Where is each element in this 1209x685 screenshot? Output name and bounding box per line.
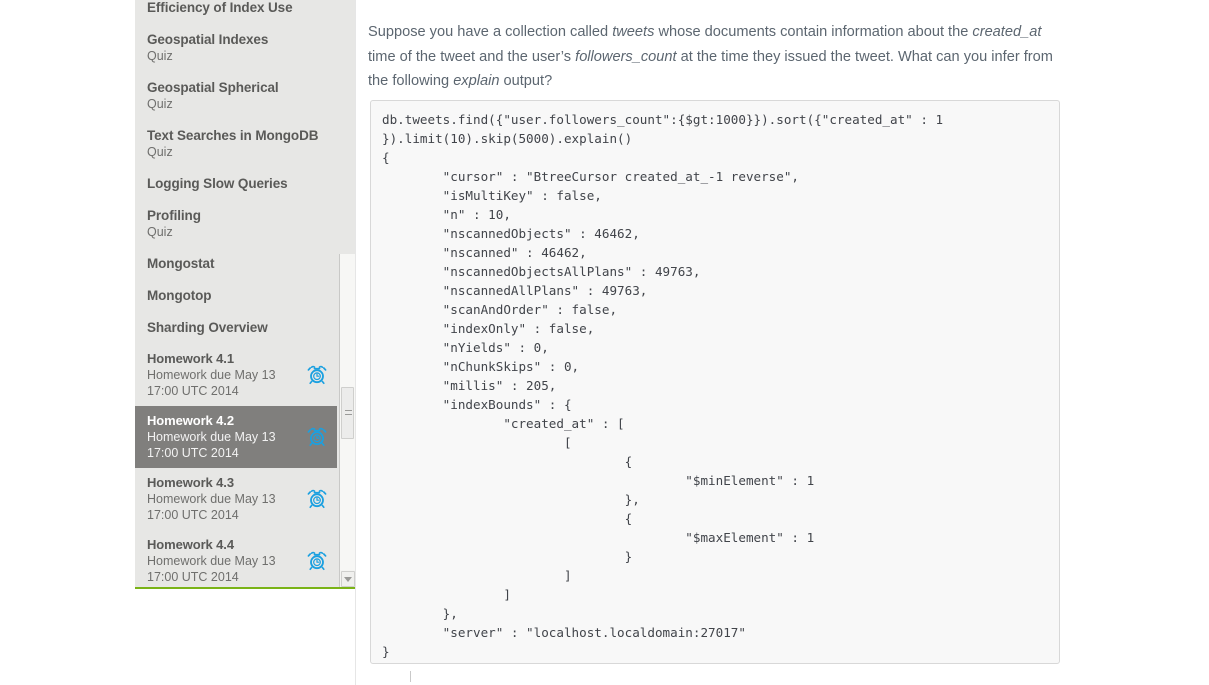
- sidebar-item-title: Geospatial Indexes: [147, 32, 269, 47]
- sidebar-scrollbar-track[interactable]: [340, 254, 355, 570]
- main-content: Suppose you have a collection called twe…: [368, 0, 1068, 664]
- scrollbar-down-button[interactable]: [341, 571, 355, 587]
- scrollbar-grip-line: [345, 410, 352, 411]
- sidebar-item-homework-4-4[interactable]: Homework 4.4 Homework due May 13 17:00 UTC…: [135, 530, 337, 587]
- chevron-down-icon: [344, 577, 352, 582]
- sidebar-item-homework-4-1[interactable]: Homework 4.1 Homework due May 13 17:00 UTC…: [135, 344, 337, 406]
- page-root: Efficiency of Index Use Geospatial Indexe…: [0, 0, 1209, 685]
- sidebar-item-profiling[interactable]: Profiling Quiz: [135, 200, 337, 248]
- homework-title: Homework 4.4: [147, 537, 234, 552]
- sidebar-item-title: Efficiency of Index Use: [147, 0, 293, 15]
- alarm-clock-icon: [307, 489, 327, 509]
- sidebar-item-title: Mongostat: [147, 256, 215, 271]
- homework-due-line1: Homework due May 13: [147, 430, 276, 444]
- homework-due-line1: Homework due May 13: [147, 554, 276, 568]
- alarm-clock-icon: [307, 365, 327, 385]
- sidebar-item-geospatial-indexes[interactable]: Geospatial Indexes Quiz: [135, 24, 337, 72]
- alarm-clock-icon: [307, 551, 327, 571]
- homework-due-line2: 17:00 UTC 2014: [147, 384, 239, 398]
- sidebar-item-mongotop[interactable]: Mongotop: [135, 280, 337, 312]
- homework-title: Homework 4.3: [147, 475, 234, 490]
- homework-due-line2: 17:00 UTC 2014: [147, 570, 239, 584]
- sidebar-item-subtitle: Quiz: [147, 145, 173, 159]
- homework-due-line2: 17:00 UTC 2014: [147, 508, 239, 522]
- sidebar-item-title: Logging Slow Queries: [147, 176, 288, 191]
- sidebar-item-title: Geospatial Spherical: [147, 80, 279, 95]
- sidebar-item-title: Profiling: [147, 208, 201, 223]
- sidebar-item-geospatial-spherical[interactable]: Geospatial Spherical Quiz: [135, 72, 337, 120]
- question-text: Suppose you have a collection called twe…: [368, 0, 1060, 94]
- bottom-caret-marker: [410, 671, 411, 682]
- question-emphasis: created_at: [972, 24, 1042, 40]
- sidebar-scrollbar[interactable]: [339, 254, 355, 587]
- sidebar-item-sharding-overview[interactable]: Sharding Overview: [135, 312, 337, 344]
- question-segment: whose documents contain information abou…: [654, 24, 973, 40]
- explain-output-code: db.tweets.find({"user.followers_count":{…: [382, 112, 944, 659]
- question-emphasis: followers_count: [575, 48, 677, 65]
- homework-title: Homework 4.2: [147, 413, 234, 428]
- alarm-clock-icon: [307, 427, 327, 447]
- homework-title: Homework 4.1: [147, 351, 234, 366]
- scrollbar-grip-line: [345, 414, 352, 415]
- sidebar-item-subtitle: Quiz: [147, 225, 173, 239]
- homework-due-line2: 17:00 UTC 2014: [147, 446, 239, 460]
- sidebar-item-homework-4-3[interactable]: Homework 4.3 Homework due May 13 17:00 UTC…: [135, 468, 337, 530]
- sidebar-item-efficiency-of-index-use[interactable]: Efficiency of Index Use: [135, 0, 337, 24]
- sidebar-item-subtitle: Quiz: [147, 49, 173, 63]
- sidebar-item-mongostat[interactable]: Mongostat: [135, 248, 337, 280]
- sidebar-item-title: Text Searches in MongoDB: [147, 128, 319, 143]
- question-segment: time of the tweet and the user’s: [368, 48, 576, 65]
- question-emphasis: explain: [453, 73, 500, 89]
- sidebar-item-logging-slow-queries[interactable]: Logging Slow Queries: [135, 168, 337, 200]
- sidebar-item-homework-4-2[interactable]: Homework 4.2 Homework due May 13 17:00 UTC…: [135, 406, 337, 468]
- homework-due-line1: Homework due May 13: [147, 492, 276, 506]
- question-emphasis: tweets: [612, 24, 655, 40]
- sidebar-item-subtitle: Quiz: [147, 97, 173, 111]
- syllabus-list: Efficiency of Index Use Geospatial Indexe…: [135, 0, 337, 587]
- course-sidebar: Efficiency of Index Use Geospatial Indexe…: [135, 0, 355, 589]
- homework-due-line1: Homework due May 13: [147, 368, 276, 382]
- sidebar-item-text-searches-in-mongodb[interactable]: Text Searches in MongoDB Quiz: [135, 120, 337, 168]
- question-segment: Suppose you have a collection called: [368, 24, 613, 40]
- question-segment: output?: [499, 73, 553, 89]
- sidebar-item-title: Mongotop: [147, 288, 212, 303]
- sidebar-scrollbar-thumb[interactable]: [341, 387, 354, 439]
- explain-output-code-block: db.tweets.find({"user.followers_count":{…: [370, 100, 1060, 664]
- content-divider: [355, 0, 356, 685]
- sidebar-item-title: Sharding Overview: [147, 320, 268, 335]
